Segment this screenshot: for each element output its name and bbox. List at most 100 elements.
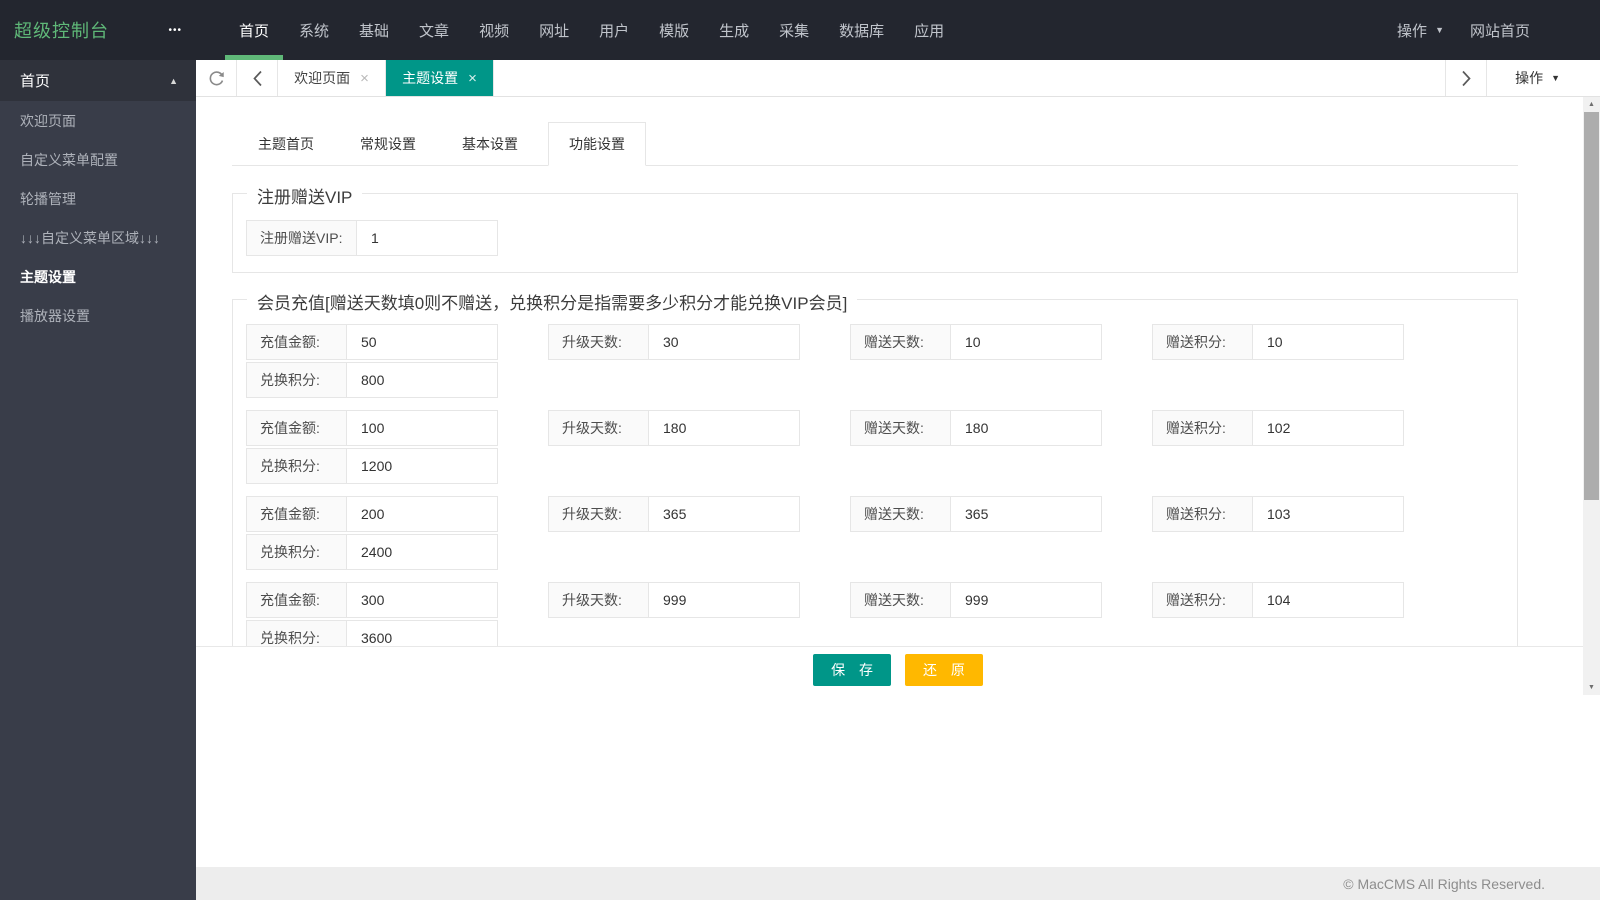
tab-general-settings[interactable]: 常规设置 (344, 123, 432, 165)
sidebar-item-player-settings[interactable]: 播放器设置 (0, 296, 196, 335)
topnav-item-user[interactable]: 用户 (585, 0, 643, 60)
sidebar-section-home[interactable]: 首页 ▲ (0, 60, 196, 101)
field-label: 升级天数: (549, 583, 649, 617)
settings-tabs: 主题首页 常规设置 基本设置 功能设置 (232, 121, 1518, 166)
amount-input[interactable] (347, 583, 497, 617)
scroll-down-arrow[interactable]: ▼ (1583, 680, 1600, 695)
topbar-action-dropdown[interactable]: 操作 ▼ (1397, 20, 1444, 41)
sidebar: 首页 ▲ 欢迎页面 自定义菜单配置 轮播管理 ↓↓↓自定义菜单区域↓↓↓ 主题设… (0, 60, 196, 900)
field-label: 赠送天数: (851, 497, 951, 531)
field-label: 赠送积分: (1153, 411, 1253, 445)
refresh-button[interactable] (196, 60, 237, 96)
field-label: 升级天数: (549, 497, 649, 531)
field-label: 升级天数: (549, 411, 649, 445)
gift-days-input[interactable] (951, 325, 1101, 359)
gift-points-input[interactable] (1253, 583, 1403, 617)
register-vip-input[interactable] (357, 221, 497, 255)
tabbar-action-dropdown[interactable]: 操作 ▼ (1486, 60, 1600, 96)
upgrade-days-input[interactable] (649, 583, 799, 617)
tabbar-right: 操作 ▼ (1445, 60, 1600, 96)
chevron-right-icon (1461, 70, 1472, 87)
refresh-icon (207, 69, 226, 88)
upgrade-days-input[interactable] (649, 411, 799, 445)
topnav-item-article[interactable]: 文章 (405, 0, 463, 60)
topnav-item-website[interactable]: 网址 (525, 0, 583, 60)
close-icon[interactable]: × (360, 71, 369, 86)
gift-points-input[interactable] (1253, 411, 1403, 445)
sidebar-item-custom-menu-config[interactable]: 自定义菜单配置 (0, 140, 196, 179)
topnav-item-generate[interactable]: 生成 (705, 0, 763, 60)
topnav-item-database[interactable]: 数据库 (825, 0, 898, 60)
vip-tier-row-4: 充值金额: 兑换积分: 升级天数: 赠送天数: 赠送积分: (246, 582, 1504, 646)
exchange-points-input[interactable] (347, 363, 497, 397)
sidebar-item-custom-menu-area[interactable]: ↓↓↓自定义菜单区域↓↓↓ (0, 218, 196, 257)
topnav-item-basic[interactable]: 基础 (345, 0, 403, 60)
gift-points-input[interactable] (1253, 325, 1403, 359)
chevron-down-icon: ▼ (1551, 73, 1560, 83)
topnav-item-collect[interactable]: 采集 (765, 0, 823, 60)
field-label: 兑换积分: (247, 449, 347, 483)
upgrade-days-input[interactable] (649, 497, 799, 531)
scroll-up-arrow[interactable]: ▲ (1583, 97, 1600, 112)
amount-input[interactable] (347, 497, 497, 531)
site-home-link[interactable]: 网站首页 (1470, 20, 1530, 41)
vip-tier-row-2: 充值金额: 兑换积分: 升级天数: 赠送天数: 赠送积分: (246, 410, 1504, 484)
restore-button[interactable]: 还 原 (905, 654, 983, 686)
exchange-points-input[interactable] (347, 535, 497, 569)
topnav-item-template[interactable]: 模版 (645, 0, 703, 60)
sidebar-item-carousel[interactable]: 轮播管理 (0, 179, 196, 218)
content-panel: 主题首页 常规设置 基本设置 功能设置 注册赠送VIP 注册赠送VIP: 会员充… (196, 97, 1600, 695)
field-label: 赠送积分: (1153, 497, 1253, 531)
tab-welcome-page[interactable]: 欢迎页面 × (278, 60, 386, 96)
sidebar-item-theme-settings[interactable]: 主题设置 (0, 257, 196, 296)
brand-title: 超级控制台 (14, 21, 109, 41)
field-label: 升级天数: (549, 325, 649, 359)
vertical-scrollbar[interactable]: ▲ ▼ (1583, 97, 1600, 695)
field-label: 赠送积分: (1153, 583, 1253, 617)
close-icon[interactable]: × (468, 71, 477, 86)
topbar: 超级控制台 ••• 首页 系统 基础 文章 视频 网址 用户 模版 生成 采集 … (0, 0, 1600, 60)
sidebar-section-label: 首页 (20, 73, 51, 90)
field-label: 兑换积分: (247, 363, 347, 397)
window-tabbar: 欢迎页面 × 主题设置 × 操作 ▼ (196, 60, 1600, 97)
sidebar-item-welcome[interactable]: 欢迎页面 (0, 101, 196, 140)
fieldset-register-vip: 注册赠送VIP 注册赠送VIP: (232, 183, 1518, 273)
field-label: 兑换积分: (247, 621, 347, 646)
form-scroll-area: 主题首页 常规设置 基本设置 功能设置 注册赠送VIP 注册赠送VIP: 会员充… (196, 97, 1600, 646)
field-label: 注册赠送VIP: (247, 221, 357, 255)
form-actions: 保 存 还 原 (196, 646, 1600, 695)
tab-theme-settings[interactable]: 主题设置 × (386, 60, 494, 96)
exchange-points-input[interactable] (347, 449, 497, 483)
top-nav: 首页 系统 基础 文章 视频 网址 用户 模版 生成 采集 数据库 应用 (224, 0, 959, 60)
topnav-item-home[interactable]: 首页 (225, 0, 284, 60)
copyright-text: © MacCMS All Rights Reserved. (1343, 875, 1545, 892)
topnav-item-system[interactable]: 系统 (285, 0, 343, 60)
topnav-item-video[interactable]: 视频 (465, 0, 523, 60)
gift-days-input[interactable] (951, 583, 1101, 617)
field-label: 赠送天数: (851, 411, 951, 445)
tab-theme-home[interactable]: 主题首页 (242, 123, 330, 165)
field-label: 充值金额: (247, 497, 347, 531)
gift-days-input[interactable] (951, 411, 1101, 445)
save-button[interactable]: 保 存 (813, 654, 891, 686)
topnav-item-app[interactable]: 应用 (900, 0, 958, 60)
gift-points-input[interactable] (1253, 497, 1403, 531)
scrollbar-thumb[interactable] (1584, 112, 1599, 500)
gift-days-input[interactable] (951, 497, 1101, 531)
tab-basic-settings[interactable]: 基本设置 (446, 123, 534, 165)
scroll-tabs-left-button[interactable] (237, 60, 278, 96)
field-label: 充值金额: (247, 411, 347, 445)
amount-input[interactable] (347, 411, 497, 445)
chevron-down-icon: ▼ (1435, 25, 1444, 35)
chevron-up-icon: ▲ (169, 75, 178, 86)
tab-function-settings[interactable]: 功能设置 (548, 122, 646, 166)
vip-tier-row-3: 充值金额: 兑换积分: 升级天数: 赠送天数: 赠送积分: (246, 496, 1504, 570)
scroll-tabs-right-button[interactable] (1445, 60, 1486, 96)
field-label: 兑换积分: (247, 535, 347, 569)
exchange-points-input[interactable] (347, 621, 497, 646)
vip-tier-row-1: 充值金额: 兑换积分: 升级天数: 赠送天数: 赠送积分: (246, 324, 1504, 398)
brand-area: 超级控制台 ••• (0, 0, 196, 60)
upgrade-days-input[interactable] (649, 325, 799, 359)
ellipsis-menu-icon[interactable]: ••• (168, 25, 182, 36)
amount-input[interactable] (347, 325, 497, 359)
